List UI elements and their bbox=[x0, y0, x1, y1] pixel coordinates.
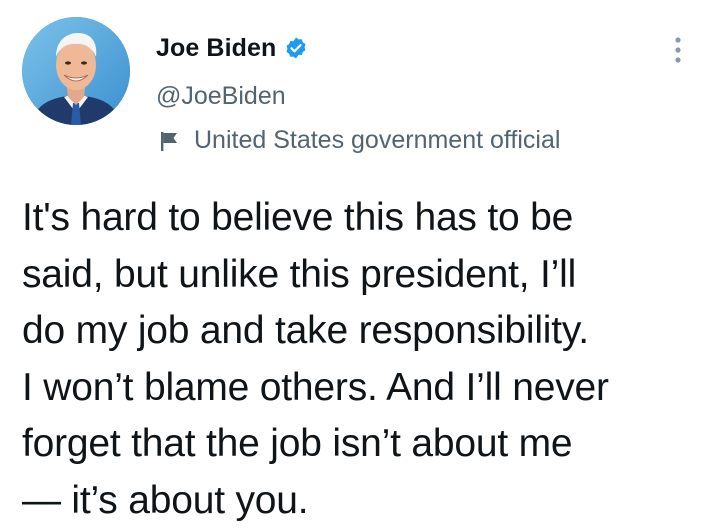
more-options-button[interactable] bbox=[664, 30, 692, 70]
account-label: United States government official bbox=[158, 126, 560, 155]
author-handle[interactable]: @JoeBiden bbox=[156, 82, 286, 111]
account-label-text: United States government official bbox=[194, 126, 561, 154]
flag-icon bbox=[158, 130, 180, 152]
verified-badge-icon bbox=[284, 36, 308, 60]
tweet-card: Joe Biden @JoeBiden United States govern… bbox=[0, 0, 713, 531]
author-display-name[interactable]: Joe Biden bbox=[156, 34, 276, 63]
avatar[interactable] bbox=[22, 17, 130, 125]
author-name-row: Joe Biden bbox=[156, 30, 308, 66]
tweet-text: It's hard to believe this has to be said… bbox=[22, 196, 609, 522]
more-vertical-icon bbox=[675, 37, 681, 63]
